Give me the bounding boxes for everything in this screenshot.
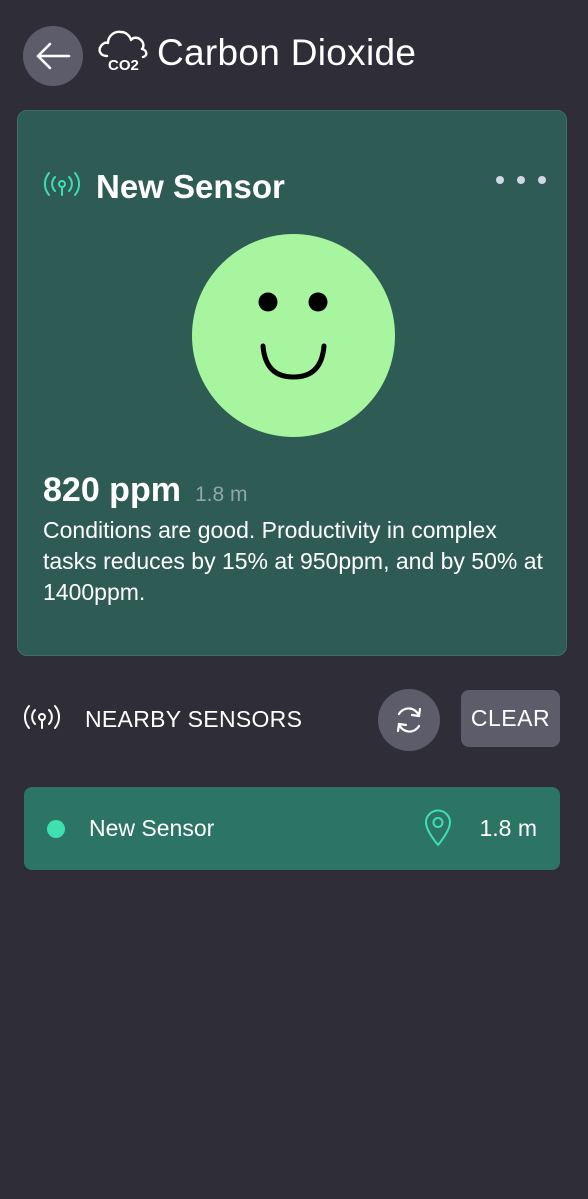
more-horizontal-icon: [517, 176, 525, 184]
more-options-button[interactable]: [496, 167, 546, 193]
refresh-button[interactable]: [378, 689, 440, 751]
sensor-distance: 1.8 m: [194, 483, 248, 506]
svg-text:CO2: CO2: [108, 57, 139, 74]
refresh-icon: [396, 707, 422, 733]
app-header: CO2 Carbon Dioxide: [0, 0, 588, 110]
nearby-sensor-list: New Sensor 1.8 m: [24, 787, 560, 870]
more-horizontal-icon: [538, 176, 546, 184]
signal-icon: [24, 705, 60, 729]
more-horizontal-icon: [496, 176, 504, 184]
location-pin-icon: [425, 809, 451, 846]
arrow-left-icon: [36, 42, 71, 70]
list-item-name: New Sensor: [89, 815, 215, 841]
status-dot: [47, 820, 65, 838]
list-item[interactable]: New Sensor 1.8 m: [24, 787, 560, 870]
co2-reading: 820 ppm: [43, 471, 181, 509]
back-button[interactable]: [23, 26, 83, 86]
clear-button[interactable]: CLEAR: [461, 690, 560, 747]
reading-row: 820 ppm 1.8 m: [43, 471, 247, 517]
co2-cloud-icon: CO2: [98, 30, 148, 74]
sensor-name: New Sensor: [96, 168, 285, 205]
list-item-distance: 1.8 m: [479, 815, 537, 841]
sensor-card: New Sensor 820 ppm 1.8 m Conditions are …: [17, 110, 567, 656]
condition-description: Conditions are good. Productivity in com…: [43, 517, 543, 605]
signal-icon: [44, 172, 80, 196]
smiley-face-icon: [192, 234, 395, 437]
page-title: Carbon Dioxide: [157, 32, 417, 73]
nearby-sensors-heading: NEARBY SENSORS: [85, 706, 303, 732]
